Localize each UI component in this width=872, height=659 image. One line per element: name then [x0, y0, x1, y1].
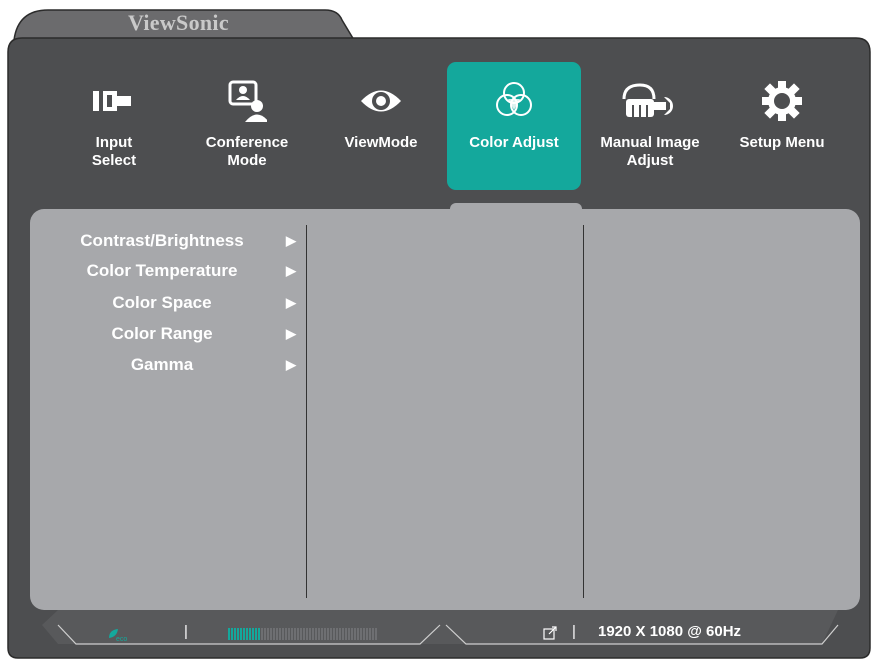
level-segment-filled — [258, 628, 260, 640]
level-segment-filled — [252, 628, 254, 640]
level-segment-empty — [297, 628, 299, 640]
level-segment-filled — [231, 628, 233, 640]
level-segment-empty — [306, 628, 308, 640]
tab-color-adjust[interactable]: Color Adjust — [447, 62, 581, 190]
menu-item-color-range[interactable]: Color Range ▶ — [58, 319, 302, 349]
menu-item-gamma[interactable]: Gamma ▶ — [58, 350, 302, 380]
level-segment-empty — [342, 628, 344, 640]
level-segment-empty — [360, 628, 362, 640]
external-link-icon — [543, 626, 557, 640]
arrow-right-icon: ▶ — [286, 263, 296, 278]
level-segment-empty — [351, 628, 353, 640]
gear-icon — [760, 70, 804, 132]
level-segment-empty — [375, 628, 377, 640]
arrow-right-icon: ▶ — [286, 326, 296, 341]
level-segment-empty — [300, 628, 302, 640]
level-segment-empty — [291, 628, 293, 640]
level-segment-empty — [366, 628, 368, 640]
arrow-right-icon: ▶ — [286, 295, 296, 310]
level-segment-empty — [288, 628, 290, 640]
eye-icon — [359, 70, 403, 132]
tab-input-select[interactable]: Input Select — [66, 62, 162, 190]
level-segment-filled — [255, 628, 257, 640]
level-segment-empty — [372, 628, 374, 640]
brightness-level-bar — [228, 628, 377, 640]
osd-menu: ViewSonic Input Select Conference Mode V… — [0, 0, 872, 659]
level-segment-empty — [309, 628, 311, 640]
menu-item-color-temperature[interactable]: Color Temperature ▶ — [58, 256, 302, 286]
level-segment-empty — [285, 628, 287, 640]
level-segment-empty — [354, 628, 356, 640]
menu-item-color-space[interactable]: Color Space ▶ — [58, 288, 302, 318]
column-divider — [583, 225, 584, 598]
level-segment-empty — [276, 628, 278, 640]
level-segment-empty — [264, 628, 266, 640]
arrow-right-icon: ▶ — [286, 233, 296, 248]
menu-item-label: Color Temperature — [86, 261, 238, 280]
status-separator: | — [572, 623, 576, 640]
arrow-right-icon: ▶ — [286, 357, 296, 372]
level-segment-empty — [294, 628, 296, 640]
level-segment-empty — [321, 628, 323, 640]
level-segment-empty — [315, 628, 317, 640]
tab-conference-mode[interactable]: Conference Mode — [190, 62, 304, 190]
tab-setup-menu[interactable]: Setup Menu — [726, 62, 838, 190]
hand-wrench-icon — [620, 70, 680, 132]
level-segment-empty — [357, 628, 359, 640]
level-segment-empty — [312, 628, 314, 640]
conference-mode-icon — [227, 70, 267, 132]
column-divider — [306, 225, 307, 598]
level-segment-empty — [345, 628, 347, 640]
level-segment-empty — [303, 628, 305, 640]
tab-label-line1: Setup Menu — [739, 134, 825, 151]
level-segment-empty — [336, 628, 338, 640]
level-segment-empty — [363, 628, 365, 640]
tab-label-line2: Adjust — [626, 152, 674, 169]
tab-label-line1: Conference — [205, 134, 289, 151]
status-separator: | — [184, 623, 188, 640]
tab-label-line2: Select — [91, 152, 137, 169]
level-segment-empty — [279, 628, 281, 640]
eco-label: eco — [116, 636, 127, 643]
level-segment-empty — [339, 628, 341, 640]
level-segment-empty — [333, 628, 335, 640]
tab-manual-image-adjust[interactable]: Manual Image Adjust — [590, 62, 710, 190]
color-circles-icon — [493, 70, 535, 132]
level-segment-empty — [327, 628, 329, 640]
level-segment-empty — [267, 628, 269, 640]
active-tab-pointer — [450, 203, 582, 211]
brand-logo: ViewSonic — [128, 10, 229, 35]
level-segment-empty — [369, 628, 371, 640]
level-segment-empty — [261, 628, 263, 640]
level-segment-filled — [246, 628, 248, 640]
level-segment-empty — [348, 628, 350, 640]
resolution-readout: 1920 X 1080 @ 60Hz — [598, 623, 742, 640]
eco-icon: eco — [109, 629, 127, 643]
level-segment-filled — [243, 628, 245, 640]
menu-item-contrast-brightness[interactable]: Contrast/Brightness ▶ — [58, 226, 302, 256]
tab-label-line1: Manual Image — [600, 134, 700, 151]
tab-label-line1: Color Adjust — [469, 134, 559, 151]
level-segment-filled — [237, 628, 239, 640]
menu-item-label: Color Space — [112, 293, 212, 312]
level-segment-filled — [249, 628, 251, 640]
level-segment-empty — [273, 628, 275, 640]
level-segment-filled — [240, 628, 242, 640]
tab-label-line2: Mode — [227, 152, 267, 169]
menu-item-label: Color Range — [111, 324, 213, 343]
tab-label-line1: Input — [95, 134, 133, 151]
menu-item-label: Gamma — [130, 355, 194, 374]
level-segment-filled — [228, 628, 230, 640]
tab-label-line1: ViewMode — [344, 134, 418, 151]
input-select-icon — [91, 70, 137, 132]
level-segment-empty — [318, 628, 320, 640]
level-segment-empty — [282, 628, 284, 640]
level-segment-filled — [234, 628, 236, 640]
level-segment-empty — [330, 628, 332, 640]
tab-viewmode[interactable]: ViewMode — [330, 62, 432, 190]
menu-item-label: Contrast/Brightness — [80, 231, 244, 250]
level-segment-empty — [324, 628, 326, 640]
level-segment-empty — [270, 628, 272, 640]
